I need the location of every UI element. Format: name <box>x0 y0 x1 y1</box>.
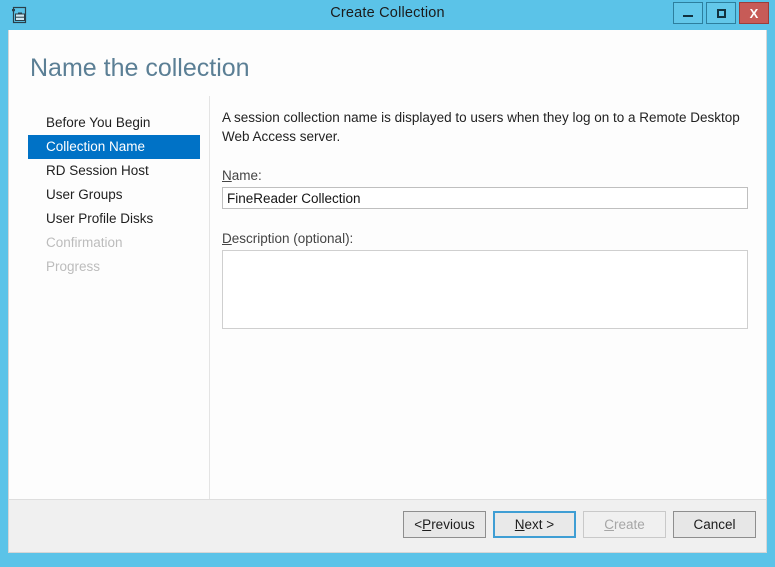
sidebar-item-label: Progress <box>46 259 101 274</box>
next-button[interactable]: Next > <box>493 511 576 538</box>
sidebar-item-confirmation: Confirmation <box>28 231 200 255</box>
page-title: Name the collection <box>30 54 250 82</box>
maximize-button[interactable] <box>706 2 736 24</box>
previous-button-prefix: < <box>414 517 423 532</box>
sidebar-item-label: Confirmation <box>46 235 123 250</box>
next-button-rest: ext > <box>524 517 555 532</box>
close-button[interactable]: X <box>739 2 769 24</box>
create-collection-window: Create Collection X Name the collection … <box>0 0 775 567</box>
create-button-accelerator: C <box>604 517 614 532</box>
sidebar-item-label: Collection Name <box>46 139 146 154</box>
previous-button-accelerator: P <box>422 517 432 532</box>
footer-button-group: < Previous Next > Create Cancel <box>403 511 756 538</box>
sidebar-item-collection-name[interactable]: Collection Name <box>28 135 200 159</box>
sidebar-item-user-profile-disks[interactable]: User Profile Disks <box>28 207 200 231</box>
description-input[interactable] <box>222 250 748 329</box>
sidebar-item-before-you-begin[interactable]: Before You Begin <box>28 111 200 135</box>
name-field-label: Name: <box>222 168 756 183</box>
sidebar-item-progress: Progress <box>28 255 200 279</box>
description-text: A session collection name is displayed t… <box>222 110 740 144</box>
wizard-step-list: Before You Begin Collection Name RD Sess… <box>28 111 200 279</box>
main-pane: A session collection name is displayed t… <box>222 108 756 334</box>
maximize-icon <box>716 8 726 18</box>
previous-button-rest: revious <box>431 517 475 532</box>
window-controls: X <box>673 2 769 24</box>
minimize-button[interactable] <box>673 2 703 24</box>
vertical-divider <box>209 96 210 525</box>
next-button-accelerator: N <box>514 517 525 532</box>
name-label-accelerator: N <box>222 168 232 183</box>
cancel-button[interactable]: Cancel <box>673 511 756 538</box>
create-button-rest: reate <box>613 517 645 532</box>
sidebar-item-label: RD Session Host <box>46 163 149 178</box>
minimize-icon <box>683 15 693 17</box>
description-label-rest: escription (optional): <box>231 231 354 246</box>
sidebar-item-label: User Groups <box>46 187 123 202</box>
dialog-client-area: Name the collection Before You Begin Col… <box>8 30 767 553</box>
sidebar-item-label: Before You Begin <box>46 115 151 130</box>
title-bar: Create Collection X <box>0 0 775 30</box>
description-label-accelerator: D <box>222 231 232 246</box>
cancel-button-label: Cancel <box>693 517 736 532</box>
sidebar-item-user-groups[interactable]: User Groups <box>28 183 200 207</box>
window-title: Create Collection <box>330 5 445 21</box>
description-field-label: Description (optional): <box>222 231 756 246</box>
name-label-rest: ame: <box>231 168 262 183</box>
previous-button[interactable]: < Previous <box>403 511 486 538</box>
sidebar-item-rd-session-host[interactable]: RD Session Host <box>28 159 200 183</box>
dialog-footer: < Previous Next > Create Cancel <box>9 499 766 552</box>
sidebar-item-label: User Profile Disks <box>46 211 154 226</box>
name-input[interactable] <box>222 187 748 209</box>
create-button: Create <box>583 511 666 538</box>
